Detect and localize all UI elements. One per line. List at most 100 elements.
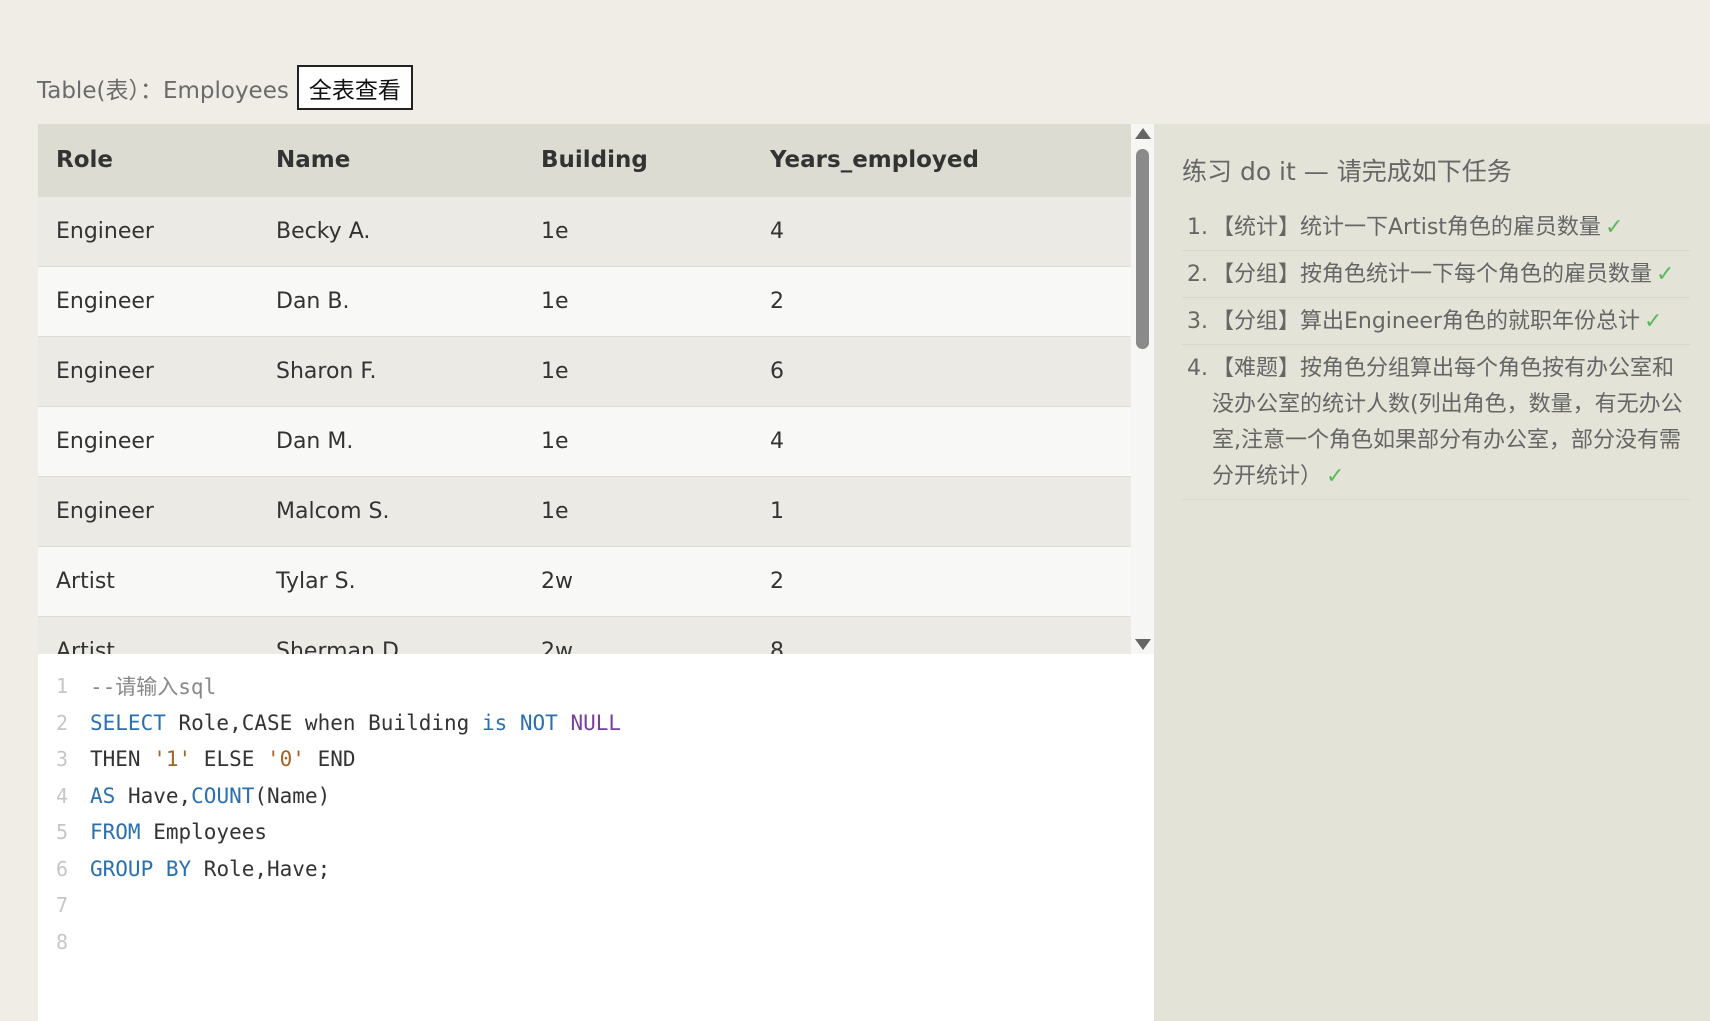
cell-building: 1e <box>523 475 752 546</box>
code-token: AS <box>90 783 116 808</box>
table-row: Engineer Becky A. 1e 4 <box>38 195 1131 266</box>
cell-name: Malcom S. <box>258 475 523 546</box>
code-token: Role,Have; <box>191 856 331 881</box>
cell-years: 2 <box>752 265 1131 336</box>
check-icon: ✓ <box>1326 464 1345 489</box>
code-line[interactable]: 8 <box>38 924 1154 961</box>
cell-role: Engineer <box>38 265 258 336</box>
task-text-wrapper: 【统计】统计一下Artist角色的雇员数量 ✓ <box>1212 210 1690 246</box>
line-number: 3 <box>56 747 69 772</box>
line-code[interactable]: AS Have,COUNT(Name) <box>90 784 330 808</box>
cell-name: Becky A. <box>258 195 523 266</box>
task-item: 3. 【分组】算出Engineer角色的就职年份总计 ✓ <box>1182 298 1690 345</box>
line-number: 5 <box>56 820 69 845</box>
code-token: GROUP BY <box>90 856 192 881</box>
table-row: Artist Tylar S. 2w 2 <box>38 545 1131 616</box>
task-item: 4. 【难题】按角色分组算出每个角色按有办公室和没办公室的统计人数(列出角色，数… <box>1182 345 1690 500</box>
line-number: 6 <box>56 856 69 881</box>
table-row: Artist Sherman D. 2w 8 <box>38 615 1131 654</box>
scroll-thumb[interactable] <box>1136 149 1149 349</box>
table-row: Engineer Dan M. 1e 4 <box>38 405 1131 476</box>
cell-name: Tylar S. <box>258 545 523 616</box>
tasks-panel: 练习 do it — 请完成如下任务 1. 【统计】统计一下Artist角色的雇… <box>1154 124 1710 1021</box>
cell-years: 1 <box>752 475 1131 546</box>
cell-name: Dan B. <box>258 265 523 336</box>
cell-building: 1e <box>523 405 752 476</box>
cell-role: Engineer <box>38 405 258 476</box>
column-header-name[interactable]: Name <box>258 124 523 196</box>
cell-role: Engineer <box>38 335 258 406</box>
cell-building: 1e <box>523 195 752 266</box>
employees-table: Role Name Building Years_employed Engine… <box>38 124 1131 654</box>
code-token: NULL <box>570 710 622 735</box>
code-token: COUNT <box>191 783 255 808</box>
task-text-wrapper: 【难题】按角色分组算出每个角色按有办公室和没办公室的统计人数(列出角色，数量，有… <box>1212 351 1690 495</box>
task-number: 4. <box>1187 356 1208 381</box>
code-line[interactable]: 5 FROM Employees <box>38 814 1154 851</box>
scroll-down-arrow-icon[interactable] <box>1135 639 1151 650</box>
code-line[interactable]: 1 --请输入sql <box>38 668 1154 705</box>
line-number: 1 <box>56 674 69 699</box>
code-token: THEN <box>90 747 154 772</box>
scroll-up-arrow-icon[interactable] <box>1135 128 1151 139</box>
sql-editor[interactable]: 1 --请输入sql 2 SELECT Role,CASE when Building… <box>38 654 1154 1021</box>
table-scrollbar[interactable] <box>1131 124 1154 654</box>
cell-role: Artist <box>38 615 258 654</box>
line-code[interactable]: FROM Employees <box>90 820 267 844</box>
task-number: 2. <box>1187 262 1208 287</box>
tasks-title: 练习 do it — 请完成如下任务 <box>1182 157 1512 186</box>
cell-years: 6 <box>752 335 1131 406</box>
cell-years: 4 <box>752 195 1131 266</box>
line-code[interactable]: SELECT Role,CASE when Building is NOT NU… <box>90 711 621 735</box>
code-line[interactable]: 4 AS Have,COUNT(Name) <box>38 778 1154 815</box>
code-token: END <box>304 747 356 772</box>
cell-years: 8 <box>752 615 1131 654</box>
check-icon: ✓ <box>1643 309 1663 334</box>
code-line[interactable]: 3 THEN '1' ELSE '0' END <box>38 741 1154 778</box>
cell-building: 2w <box>523 615 752 654</box>
cell-name: Dan M. <box>258 405 523 476</box>
line-number: 2 <box>56 710 69 735</box>
line-code[interactable]: THEN '1' ELSE '0' END <box>90 747 356 771</box>
task-item: 1. 【统计】统计一下Artist角色的雇员数量 ✓ <box>1182 204 1690 251</box>
cell-building: 2w <box>523 545 752 616</box>
code-token: is <box>481 710 508 735</box>
code-token: Role,CASE when Building <box>165 710 482 735</box>
table-title: Table(表）：Employees <box>37 77 289 104</box>
code-token: FROM <box>90 820 141 845</box>
line-number: 8 <box>56 929 69 954</box>
code-token: Have, <box>115 783 192 808</box>
task-item: 2. 【分组】按角色统计一下每个角色的雇员数量 ✓ <box>1182 251 1690 298</box>
column-header-role[interactable]: Role <box>38 124 258 196</box>
check-icon: ✓ <box>1604 215 1624 240</box>
code-line[interactable]: 6 GROUP BY Role,Have; <box>38 851 1154 888</box>
code-token: Employees <box>140 820 268 845</box>
cell-name: Sharon F. <box>258 335 523 406</box>
code-token: NOT <box>519 710 558 735</box>
code-token: --请输入sql <box>90 675 217 700</box>
cell-years: 4 <box>752 405 1131 476</box>
view-all-button[interactable]: 全表查看 <box>296 65 413 110</box>
table-panel[interactable]: Role Name Building Years_employed Engine… <box>38 124 1131 654</box>
task-text: 【分组】按角色统计一下每个角色的雇员数量 <box>1212 262 1653 287</box>
table-row: Engineer Sharon F. 1e 6 <box>38 335 1131 406</box>
cell-building: 1e <box>523 265 752 336</box>
line-code[interactable]: --请输入sql <box>90 671 216 701</box>
code-token: '1' <box>153 747 192 772</box>
line-code[interactable]: GROUP BY Role,Have; <box>90 857 330 881</box>
task-text: 【难题】按角色分组算出每个角色按有办公室和没办公室的统计人数(列出角色，数量，有… <box>1212 356 1683 489</box>
code-line[interactable]: 7 <box>38 887 1154 924</box>
cell-name: Sherman D. <box>258 615 523 654</box>
column-header-years-employed[interactable]: Years_employed <box>752 124 1131 196</box>
cell-building: 1e <box>523 335 752 406</box>
line-number: 7 <box>56 893 69 918</box>
code-line[interactable]: 2 SELECT Role,CASE when Building is NOT N… <box>38 705 1154 742</box>
cell-role: Artist <box>38 545 258 616</box>
line-number: 4 <box>56 783 69 808</box>
table-header-row: Role Name Building Years_employed <box>38 124 1131 196</box>
table-row: Engineer Malcom S. 1e 1 <box>38 475 1131 546</box>
table-header: Table(表）：Employees 全表查看 <box>37 64 413 111</box>
column-header-building[interactable]: Building <box>523 124 752 196</box>
code-token: ELSE <box>191 747 268 772</box>
